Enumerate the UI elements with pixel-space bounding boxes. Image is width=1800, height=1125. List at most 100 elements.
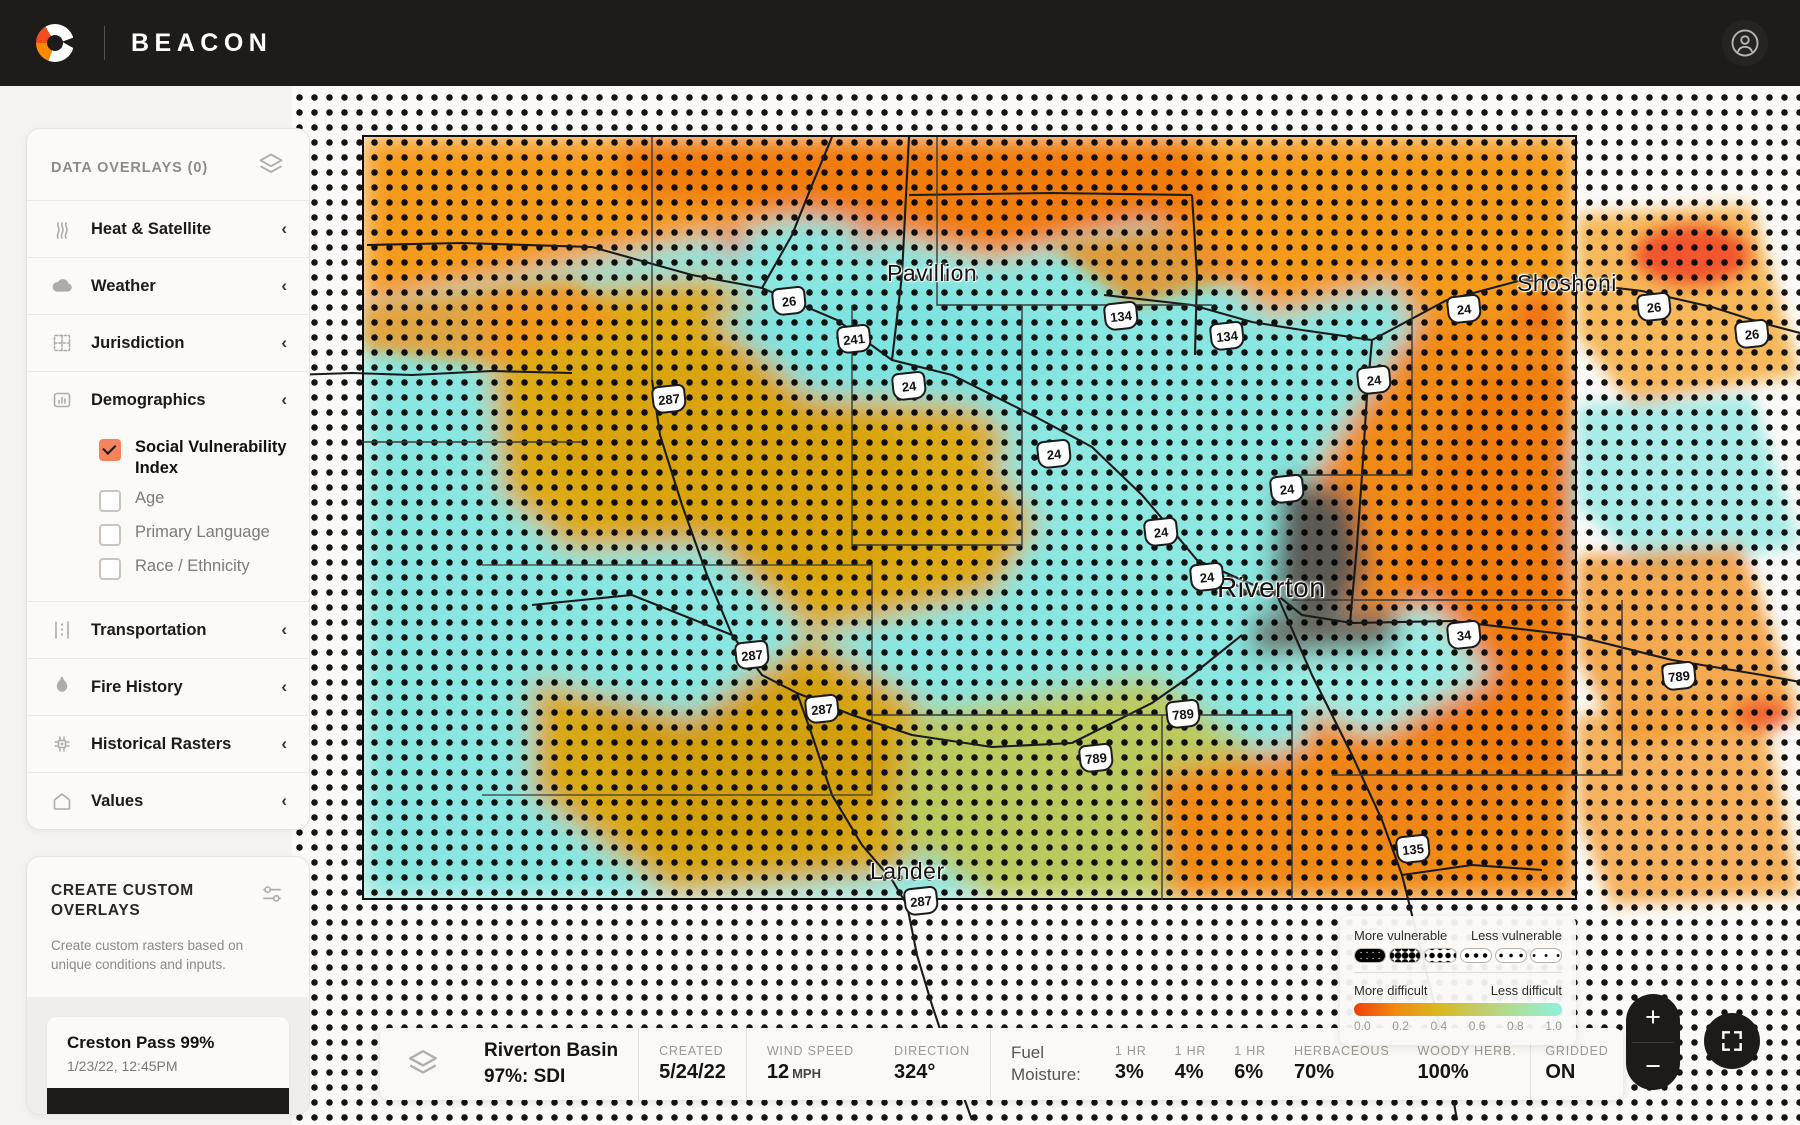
data-overlays-panel: DATA OVERLAYS (0) Heat & Satellite ‹ Weath… xyxy=(26,128,310,831)
legend-tick: 0.0 xyxy=(1354,1019,1371,1033)
fuel-moisture-label-line2: Moisture: xyxy=(1010,1065,1081,1084)
chevron-left-icon[interactable]: ‹ xyxy=(281,333,287,353)
sidebar-item-label: Fire History xyxy=(91,677,183,696)
data-overlays-title: DATA OVERLAYS (0) xyxy=(51,159,209,176)
status-created-block: CREATED 5/24/22 xyxy=(638,1028,746,1100)
sidebar-item-label: Values xyxy=(91,791,144,810)
highway-shield: 24 xyxy=(1188,561,1226,593)
cco-description: Create custom rasters based on unique co… xyxy=(51,937,244,973)
highway-shield: 135 xyxy=(1394,833,1432,865)
layers-icon[interactable] xyxy=(257,151,285,184)
status-created-value: 5/24/22 xyxy=(659,1061,726,1083)
chevron-left-icon[interactable]: ‹ xyxy=(281,620,287,640)
highway-shield: 287 xyxy=(902,885,940,917)
run-date: 1/23/22, 12:45PM xyxy=(67,1057,178,1074)
highway-shield: 24 xyxy=(1445,293,1483,325)
sidebar-item-label: Demographics xyxy=(91,390,206,409)
run-progress-bar xyxy=(47,1087,289,1114)
logo-divider xyxy=(104,26,105,60)
sidebar-item-label: Heat & Satellite xyxy=(91,219,212,238)
fuel-moisture-label-line1: Fuel xyxy=(1010,1042,1045,1062)
chevron-left-icon[interactable]: ‹ xyxy=(281,219,287,239)
cloud-icon xyxy=(49,274,75,298)
fuel-item-label: 1 HR xyxy=(1114,1044,1147,1058)
fuel-item-value: 6% xyxy=(1234,1061,1264,1083)
highway-shield: 24 xyxy=(1035,438,1073,470)
run-title: Creston Pass 99% xyxy=(67,1032,215,1052)
cco-run-list: Creston Pass 99% 1/23/22, 12:45PM xyxy=(27,996,309,1114)
zoom-control[interactable]: + − xyxy=(1626,994,1680,1090)
sidebar-item-label: Jurisdiction xyxy=(91,333,185,352)
highway-shield: 134 xyxy=(1208,320,1246,352)
legend-tick: 0.2 xyxy=(1392,1019,1409,1033)
chevron-left-icon[interactable]: ‹ xyxy=(281,791,287,811)
legend-vulnerability-labels: More vulnerable Less vulnerable xyxy=(1354,928,1562,943)
chevron-left-icon[interactable]: ‹ xyxy=(281,677,287,697)
zoom-in-button[interactable]: + xyxy=(1626,994,1680,1042)
sidebar-item-historical-rasters[interactable]: Historical Rasters ‹ xyxy=(27,715,309,772)
demographics-option-label: Age xyxy=(135,489,165,508)
highway-shield: 241 xyxy=(835,323,873,355)
highway-shield: 789 xyxy=(1660,660,1698,692)
beacon-logo-icon[interactable] xyxy=(36,24,75,62)
fuel-item-label: 1 HR xyxy=(1174,1044,1207,1058)
sidebar-item-values[interactable]: Values ‹ xyxy=(27,772,309,829)
map-legend: More vulnerable Less vulnerable More dif… xyxy=(1340,916,1576,1045)
chevron-left-icon[interactable]: ‹ xyxy=(281,276,287,296)
sidebar-item-label: Transportation xyxy=(91,620,207,639)
cco-title: CREATE CUSTOM OVERLAYS xyxy=(51,882,194,920)
cco-header: CREATE CUSTOM OVERLAYS xyxy=(27,857,309,927)
sliders-icon[interactable] xyxy=(259,881,285,912)
demographics-option-social-vulnerability-index[interactable]: Social Vulnerability Index xyxy=(27,432,309,483)
sidebar-item-jurisdiction[interactable]: Jurisdiction ‹ xyxy=(27,314,309,371)
raster-chip-icon xyxy=(49,732,75,756)
sidebar-item-transportation[interactable]: Transportation ‹ xyxy=(27,601,309,658)
grid-icon xyxy=(49,331,75,355)
demographics-option-race-ethnicity[interactable]: Race / Ethnicity xyxy=(27,551,309,585)
legend-tick-labels: 0.0 0.2 0.4 0.6 0.8 1.0 xyxy=(1354,1019,1562,1033)
chevron-left-icon[interactable]: ‹ xyxy=(281,390,287,410)
fuel-item-value: 70% xyxy=(1293,1061,1334,1083)
highway-shield: 24 xyxy=(1268,473,1306,505)
demographics-options: Social Vulnerability Index Age Primary Lan… xyxy=(27,428,309,601)
dot-cell xyxy=(1354,948,1387,963)
chevron-left-icon[interactable]: ‹ xyxy=(281,734,287,754)
highway-shield: 24 xyxy=(890,370,928,402)
fuel-item-label: GRIDDED xyxy=(1545,1044,1609,1058)
highway-shield: 789 xyxy=(1077,742,1115,774)
fuel-item-1-hr-2: 1 HR 6% xyxy=(1220,1028,1280,1100)
dot-cell xyxy=(1529,948,1563,963)
user-avatar-icon[interactable] xyxy=(1722,20,1768,66)
status-direction-value: 324° xyxy=(894,1061,936,1083)
demographics-option-primary-language[interactable]: Primary Language xyxy=(27,517,309,551)
checkbox[interactable] xyxy=(99,558,121,581)
legend-more-vulnerable: More vulnerable xyxy=(1354,928,1448,943)
legend-more-difficult: More difficult xyxy=(1354,983,1428,998)
sidebar-item-demographics[interactable]: Demographics ‹ xyxy=(27,371,309,428)
status-run-name-block: Riverton Basin 97%: SDI xyxy=(464,1028,638,1100)
demographics-option-label: Race / Ethnicity xyxy=(135,557,250,576)
bar-chart-icon xyxy=(49,388,75,412)
legend-tick: 0.4 xyxy=(1430,1019,1448,1033)
fullscreen-icon[interactable] xyxy=(1704,1013,1760,1069)
sidebar-item-fire-history[interactable]: Fire History ‹ xyxy=(27,658,309,715)
brand-title: BEACON xyxy=(131,28,273,57)
demographics-option-label: Social Vulnerability Index xyxy=(135,438,287,477)
sidebar-item-heat-satellite[interactable]: Heat & Satellite ‹ xyxy=(27,200,309,257)
sidebar-item-label: Weather xyxy=(91,276,156,295)
checkbox[interactable] xyxy=(99,524,121,547)
fuel-item-1-hr-0: 1 HR 3% xyxy=(1101,1028,1161,1100)
zoom-out-button[interactable]: − xyxy=(1626,1043,1680,1091)
demographics-option-age[interactable]: Age xyxy=(27,483,309,517)
fuel-item-label: HERBACEOUS xyxy=(1293,1044,1390,1058)
fuel-item-value: 3% xyxy=(1114,1061,1144,1083)
fuel-item-1-hr-1: 1 HR 4% xyxy=(1161,1028,1221,1100)
top-bar: BEACON xyxy=(0,0,1800,86)
run-card[interactable]: Creston Pass 99% 1/23/22, 12:45PM xyxy=(47,1016,289,1088)
status-wind-label: WIND SPEED xyxy=(766,1044,855,1058)
checkbox[interactable] xyxy=(99,439,121,461)
sidebar-item-weather[interactable]: Weather ‹ xyxy=(27,257,309,314)
checkbox[interactable] xyxy=(99,490,121,513)
highway-shield: 134 xyxy=(1102,300,1140,332)
legend-dot-density-scale xyxy=(1354,948,1563,963)
